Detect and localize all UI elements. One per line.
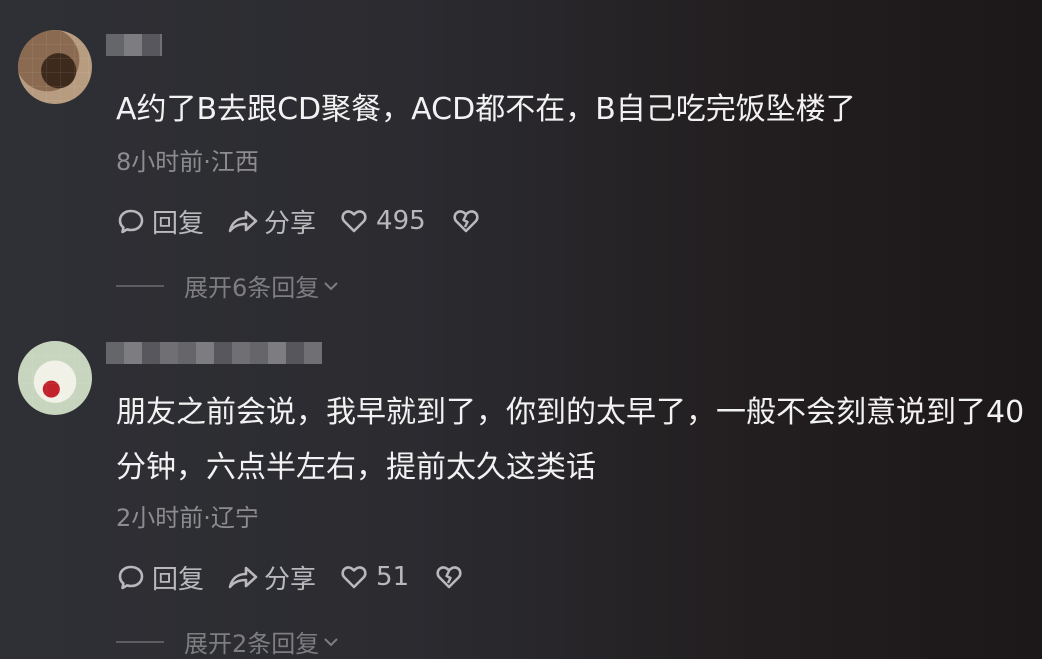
username-blurred[interactable] [106,34,162,56]
broken-heart-icon [453,210,479,233]
comment-text: 朋友之前会说，我早就到了，你到的太早了，一般不会刻意说到了40分钟，六点半左右，… [116,395,1025,485]
reply-button[interactable]: 回复 [116,203,204,240]
expand-label: 展开6条回复 [184,274,320,302]
comment-meta: 8小时前·江西 [116,148,259,176]
comment-text: A约了B去跟CD聚餐，ACD都不在，B自己吃完饭坠楼了 [116,92,856,127]
username-blurred[interactable] [106,342,322,364]
like-count: 51 [376,562,410,592]
dislike-button[interactable] [452,207,480,235]
comment-item: A约了B去跟CD聚餐，ACD都不在，B自己吃完饭坠楼了 8小时前·江西 回复 分… [0,0,1042,320]
like-button[interactable]: 495 [340,206,426,236]
avatar[interactable] [18,30,92,104]
comment-actions: 回复 分享 495 [116,203,480,239]
comment-item: 朋友之前会说，我早就到了，你到的太早了，一般不会刻意说到了40分钟，六点半左右，… [0,318,1042,658]
divider-line [116,284,164,287]
chat-bubble-icon [118,565,144,590]
heart-icon [341,210,367,233]
share-arrow-icon [228,210,258,233]
comment-meta: 2小时前·辽宁 [116,504,259,532]
dislike-button[interactable] [435,563,463,591]
share-button[interactable]: 分享 [226,203,316,240]
expand-replies[interactable]: 展开2条回复 [116,624,340,659]
expand-label: 展开2条回复 [184,630,320,658]
share-label: 分享 [264,208,317,239]
chevron-down-icon [324,637,338,646]
share-label: 分享 [264,564,317,595]
avatar[interactable] [18,341,92,415]
like-count: 495 [376,206,426,236]
expand-replies[interactable]: 展开6条回复 [116,268,340,303]
reply-button[interactable]: 回复 [116,559,204,596]
divider-line [116,640,164,643]
reply-label: 回复 [152,564,205,595]
chat-bubble-icon [118,209,144,234]
share-arrow-icon [228,566,258,589]
chevron-down-icon [324,281,338,290]
reply-label: 回复 [152,208,205,239]
comment-actions: 回复 分享 51 [116,559,463,595]
like-button[interactable]: 51 [340,562,409,592]
share-button[interactable]: 分享 [226,559,316,596]
broken-heart-icon [436,566,462,589]
heart-icon [341,566,367,589]
